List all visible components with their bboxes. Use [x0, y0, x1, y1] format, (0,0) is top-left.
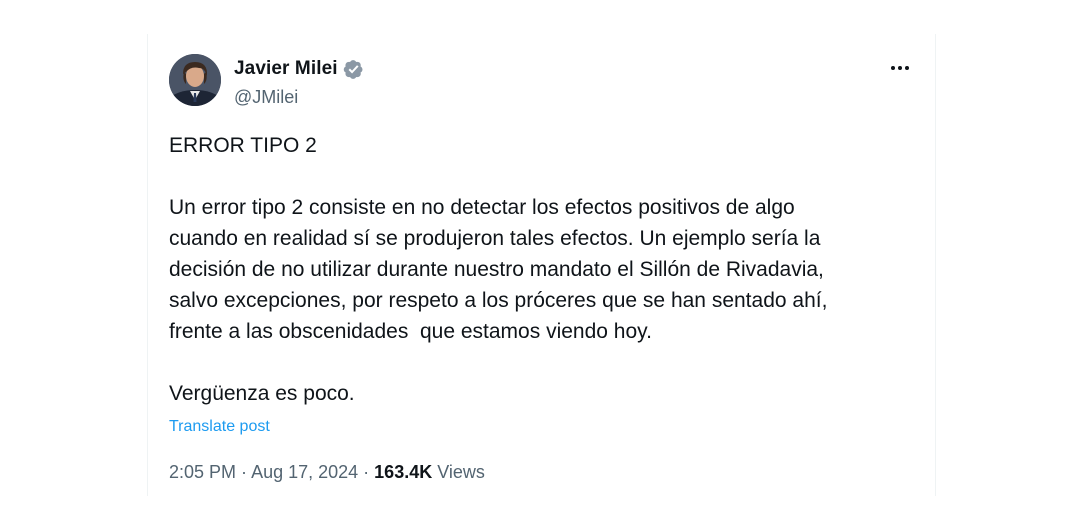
meta-separator: · — [358, 462, 375, 482]
post-line: decisión de no utilizar durante nuestro … — [169, 258, 824, 281]
author-handle[interactable]: @JMilei — [234, 87, 298, 108]
post-closing-line: Vergüenza es poco. — [169, 382, 355, 405]
more-dots-icon — [891, 66, 895, 70]
translate-post-link[interactable]: Translate post — [169, 418, 270, 436]
post-line: frente a las obscenidades que estamos vi… — [169, 320, 652, 343]
post-line: cuando en realidad sí se produjeron tale… — [169, 227, 821, 250]
post-line: Un error tipo 2 consiste en no detectar … — [169, 196, 795, 219]
author-name-row: Javier Milei — [234, 58, 364, 80]
avatar[interactable] — [169, 54, 221, 106]
meta-separator: · — [236, 462, 252, 482]
post-card: Javier Milei @JMilei ERROR TIPO 2 Un err… — [147, 34, 936, 496]
post-text: ERROR TIPO 2 Un error tipo 2 consiste en… — [169, 130, 909, 409]
post-title-line: ERROR TIPO 2 — [169, 134, 317, 157]
post-line: salvo excepciones, por respeto a los pró… — [169, 289, 828, 312]
author-display-name[interactable]: Javier Milei — [234, 58, 338, 80]
verified-badge-icon[interactable] — [343, 59, 364, 80]
views-count[interactable]: 163.4K — [374, 462, 432, 482]
more-dots-icon — [905, 66, 909, 70]
post-main-paragraph: Un error tipo 2 consiste en no detectar … — [169, 192, 909, 347]
post-time[interactable]: 2:05 PM — [169, 462, 236, 482]
views-label: Views — [432, 462, 485, 482]
post-date[interactable]: Aug 17, 2024 — [251, 462, 358, 482]
more-options-button[interactable] — [885, 56, 915, 80]
post-metadata: 2:05 PM · Aug 17, 2024 · 163.4K Views — [169, 462, 485, 483]
avatar-image — [169, 54, 221, 106]
more-dots-icon — [898, 66, 902, 70]
